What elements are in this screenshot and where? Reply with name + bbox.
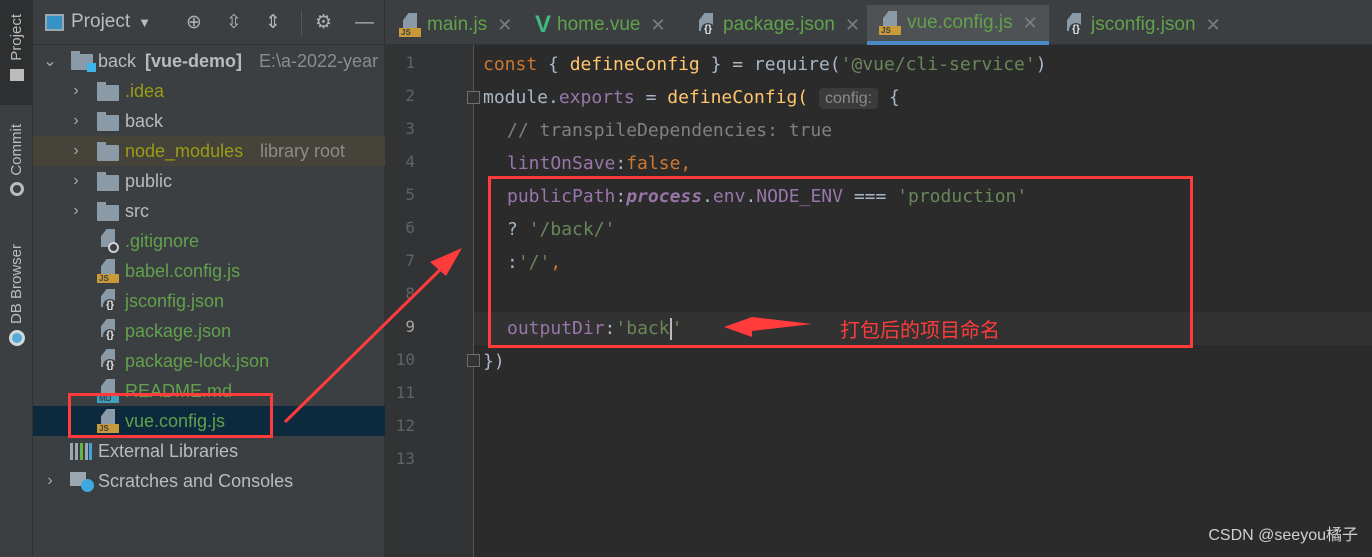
arrow-to-output-dir bbox=[724, 317, 812, 337]
arrow-file-to-code bbox=[283, 248, 462, 424]
watermark: CSDN @seeyou橘子 bbox=[1208, 527, 1358, 544]
annotation-arrows bbox=[283, 248, 812, 424]
